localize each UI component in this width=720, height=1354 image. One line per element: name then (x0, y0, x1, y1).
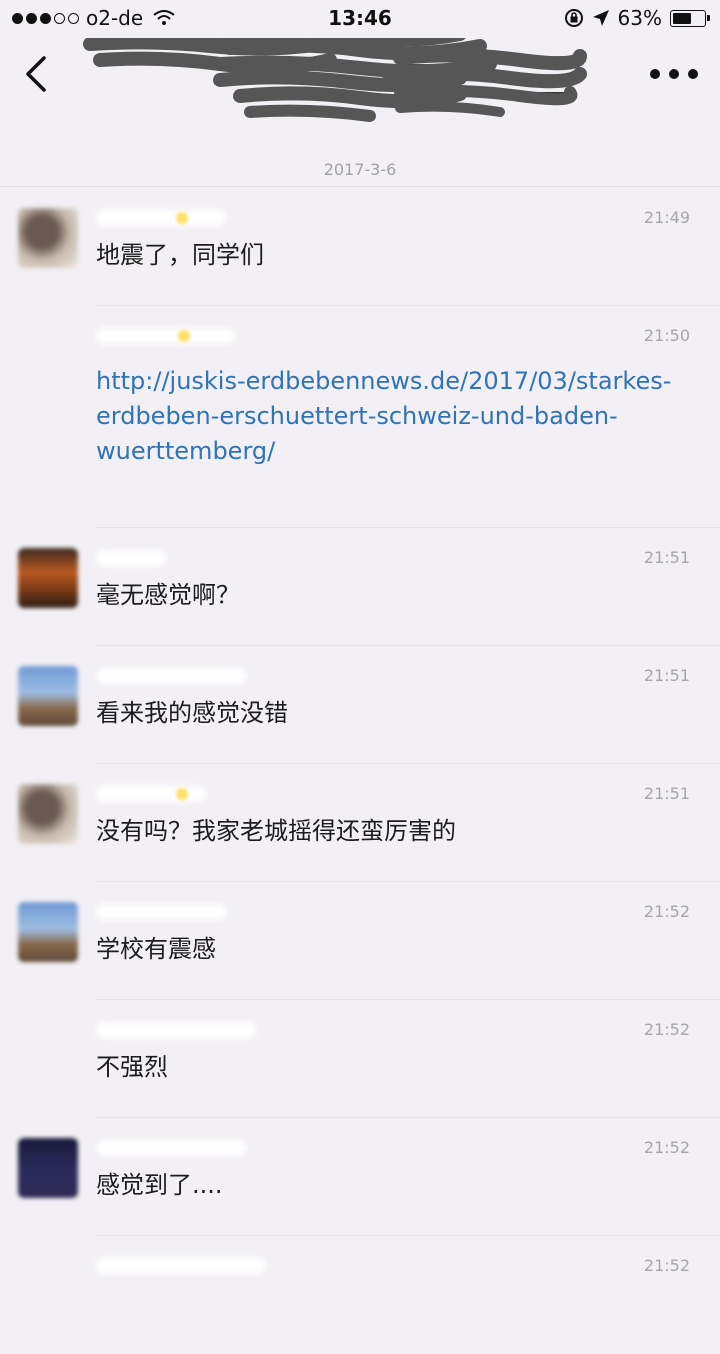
message-text: 感觉到了.... (96, 1171, 223, 1199)
battery-fill (673, 12, 691, 24)
sender-name-redacted (96, 328, 236, 344)
more-dots-icon (669, 69, 679, 79)
more-dots-icon (688, 69, 698, 79)
message-item[interactable]: 21:51 看来我的感觉没错 (0, 646, 720, 764)
sender-name-redacted (96, 1258, 266, 1274)
message-link[interactable]: http://juskis-erdbebennews.de/2017/03/st… (96, 364, 696, 469)
sender-name-redacted (96, 668, 246, 684)
rotation-lock-icon (564, 9, 583, 27)
battery-icon (670, 9, 710, 27)
message-time: 21:52 (643, 902, 690, 921)
redacted-title (83, 38, 587, 122)
battery-percent: 63% (617, 6, 662, 30)
message-text: 不强烈 (96, 1053, 168, 1081)
status-right: 63% (564, 6, 710, 30)
name-emoji (176, 788, 188, 800)
name-emoji (176, 212, 188, 224)
message-item[interactable]: 21:52 感觉到了.... (0, 1118, 720, 1236)
nav-bar (0, 38, 720, 148)
sender-name-redacted (96, 1022, 256, 1038)
message-item[interactable]: 21:50 http://juskis-erdbebennews.de/2017… (0, 306, 720, 528)
avatar[interactable] (18, 902, 78, 962)
name-emoji (178, 330, 190, 342)
message-time: 21:52 (643, 1138, 690, 1157)
message-text: 看来我的感觉没错 (96, 699, 288, 727)
date-divider: 2017-3-6 (323, 160, 397, 179)
back-button[interactable] (14, 52, 58, 96)
sender-name-redacted (96, 210, 226, 226)
nav-divider (0, 186, 720, 187)
message-time: 21:52 (643, 1020, 690, 1039)
sender-name-redacted (96, 904, 226, 920)
more-options-button[interactable] (650, 62, 698, 86)
sender-name-redacted (96, 1140, 246, 1156)
message-list[interactable]: 21:49 地震了，同学们 21:50 http://juskis-erdbeb… (0, 188, 720, 1354)
more-dots-icon (650, 69, 660, 79)
location-arrow-icon (592, 10, 609, 26)
avatar[interactable] (18, 1138, 78, 1198)
message-time: 21:50 (643, 326, 690, 345)
message-text: 毫无感觉啊？ (96, 581, 240, 609)
message-item[interactable]: 21:49 地震了，同学们 (0, 188, 720, 306)
message-item[interactable]: 21:51 没有吗？我家老城摇得还蛮厉害的 (0, 764, 720, 882)
avatar[interactable] (18, 666, 78, 726)
message-text: 没有吗？我家老城摇得还蛮厉害的 (96, 817, 456, 845)
chevron-left-icon (26, 56, 46, 92)
avatar[interactable] (18, 784, 78, 844)
status-bar: o2-de 13:46 63% (0, 0, 720, 38)
message-item[interactable]: 21:52 (0, 1236, 720, 1354)
sender-name-redacted (96, 550, 166, 566)
message-time: 21:49 (643, 208, 690, 227)
message-time: 21:51 (643, 784, 690, 803)
message-time: 21:51 (643, 548, 690, 567)
message-item[interactable]: 21:52 不强烈 (0, 1000, 720, 1118)
message-time: 21:51 (643, 666, 690, 685)
message-item[interactable]: 21:51 毫无感觉啊？ (0, 528, 720, 646)
message-text: 学校有震感 (96, 935, 216, 963)
message-time: 21:52 (643, 1256, 690, 1275)
avatar[interactable] (18, 208, 78, 268)
sender-name-redacted (96, 786, 206, 802)
message-text: 地震了，同学们 (96, 241, 264, 269)
avatar[interactable] (18, 548, 78, 608)
message-item[interactable]: 21:52 学校有震感 (0, 882, 720, 1000)
